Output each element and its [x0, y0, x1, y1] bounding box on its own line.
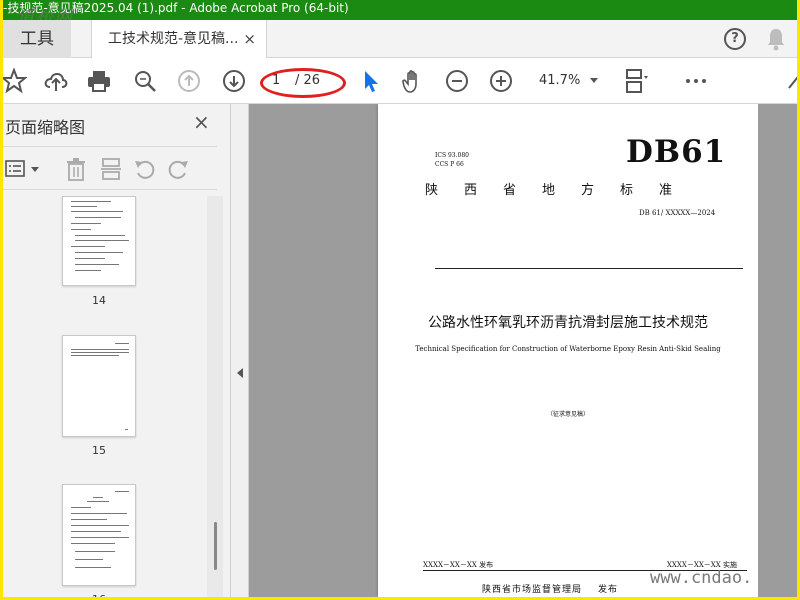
tab-tools[interactable]: 工具: [3, 20, 71, 58]
thumbnail-label-16: 16: [62, 593, 136, 597]
draft-label: （征求意见稿）: [546, 411, 589, 418]
page-total-label: / 26: [295, 73, 321, 88]
delete-page-icon[interactable]: [65, 157, 87, 181]
acrobat-window: -技规范-意见稿2025.04 (1).pdf - Adobe Acrobat …: [3, 0, 797, 597]
zoom-in-icon[interactable]: [488, 68, 514, 94]
help-icon[interactable]: ?: [724, 28, 746, 50]
bookmark-star-icon[interactable]: [3, 68, 27, 94]
page-number-field[interactable]: 1 / 26: [260, 69, 330, 93]
thumbnail-panel: 页面缩略图 × 14 15: [3, 104, 231, 597]
more-options-icon[interactable]: [683, 68, 709, 94]
rotate-right-icon[interactable]: [166, 157, 190, 181]
notification-bell-icon[interactable]: [766, 27, 786, 51]
tab-document[interactable]: 工技术规范-意见稿... ×: [91, 20, 267, 59]
date-line: XXXX－XX－XX 发布 XXXX－XX－XX 实施: [423, 560, 747, 571]
page-current-value[interactable]: 1: [272, 69, 280, 93]
hand-tool-icon[interactable]: [400, 68, 426, 94]
close-tab-icon[interactable]: ×: [243, 20, 256, 58]
collapse-panel-handle[interactable]: [231, 104, 249, 597]
viewer-margin: [758, 104, 797, 597]
tab-document-label: 工技术规范-意见稿...: [108, 31, 239, 47]
upload-cloud-icon[interactable]: [43, 68, 69, 94]
select-cursor-icon[interactable]: [358, 68, 384, 94]
main-toolbar: 1 / 26 41.7%: [3, 58, 797, 104]
zoom-out-icon[interactable]: [444, 68, 470, 94]
issuer-name: 陕西省市场监督管理局: [482, 585, 583, 595]
pdf-page: ICS 93.080 CCS P 66 DB61 陕西省地方标准 DB 61/ …: [378, 104, 758, 597]
page-thumbnail-15[interactable]: [62, 335, 136, 437]
sign-icon[interactable]: [787, 68, 797, 94]
thumbnail-panel-title: 页面缩略图: [5, 118, 86, 137]
standard-category: 陕西省地方标准: [425, 183, 699, 198]
next-page-icon[interactable]: [221, 68, 247, 94]
ics-code: ICS 93.080 CCS P 66: [435, 152, 469, 168]
issuer-suffix: 发布: [598, 585, 619, 595]
thumbnail-label-15: 15: [92, 444, 106, 457]
print-icon[interactable]: [86, 68, 112, 94]
document-title-cn: 公路水性环氧乳环沥青抗滑封层施工技术规范: [428, 315, 708, 331]
standard-number: DB 61/ XXXXX—2024: [639, 209, 716, 217]
window-title-bar: -技规范-意见稿2025.04 (1).pdf - Adobe Acrobat …: [3, 0, 797, 20]
document-viewer: ICS 93.080 CCS P 66 DB61 陕西省地方标准 DB 61/ …: [249, 104, 797, 597]
thumbnail-label-14: 14: [92, 294, 106, 307]
page-layout-icon[interactable]: [623, 68, 649, 94]
header-rule: [435, 268, 743, 269]
thumbnail-options-icon[interactable]: [5, 159, 41, 179]
document-title-en: Technical Specification for Construction…: [415, 345, 721, 353]
thumbnail-scrollbar-thumb[interactable]: [214, 522, 217, 570]
rotate-left-icon[interactable]: [133, 157, 157, 181]
extract-page-icon[interactable]: [100, 157, 122, 181]
page-thumbnail-16[interactable]: [62, 484, 136, 586]
issuer-line: 陕西省市场监督管理局 发布: [482, 582, 618, 595]
chevron-down-icon[interactable]: [590, 78, 598, 83]
previous-page-icon[interactable]: [176, 68, 202, 94]
publish-date: XXXX－XX－XX 发布: [423, 561, 494, 569]
implement-date: XXXX－XX－XX 实施: [666, 561, 737, 569]
standard-code: DB61: [626, 134, 727, 170]
tab-bar: 工具 工技术规范-意见稿... × ?: [3, 20, 797, 59]
thumbnail-list: 14 15: [3, 196, 208, 597]
close-panel-icon[interactable]: ×: [193, 110, 210, 134]
collapse-arrow-icon[interactable]: [237, 368, 243, 378]
page-thumbnail-14[interactable]: [62, 196, 136, 286]
thumbnail-tools: [3, 146, 217, 190]
zoom-search-icon[interactable]: [132, 68, 158, 94]
window-title: -技规范-意见稿2025.04 (1).pdf - Adobe Acrobat …: [3, 1, 349, 15]
